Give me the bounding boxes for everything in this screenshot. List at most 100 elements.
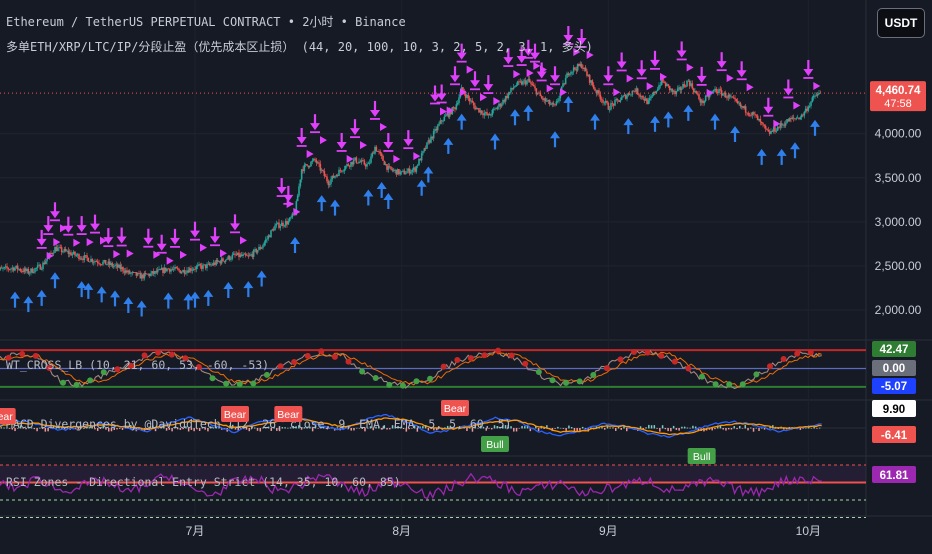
candle-body [282, 222, 284, 226]
candle-body [704, 95, 707, 101]
wt-cross-dot [481, 352, 488, 359]
candle-body [370, 156, 372, 163]
wt-cross-dot [277, 363, 284, 370]
candle-body [659, 85, 662, 86]
macd-histogram-bar [816, 428, 818, 429]
candle-body [703, 100, 706, 104]
candle-body [658, 85, 660, 90]
candle-body [298, 186, 300, 196]
candle-body [544, 98, 547, 102]
macd-histogram-bar [727, 428, 730, 430]
macd-histogram-bar [725, 428, 727, 431]
candle-body [342, 170, 344, 172]
candle-body [88, 261, 91, 263]
currency-label: USDT [884, 16, 918, 30]
candle-body [60, 247, 63, 253]
candle-body [530, 82, 532, 84]
macd-histogram-bar [761, 427, 763, 429]
macd-histogram-bar [750, 427, 752, 429]
candle-body [628, 93, 631, 95]
candle-body [96, 261, 99, 263]
wt-cross-dot [59, 379, 66, 386]
candle-body [606, 101, 608, 104]
wt-cross-dot [590, 372, 597, 379]
candle-body [739, 102, 742, 107]
candle-body [156, 269, 159, 273]
candle-body [784, 123, 787, 126]
candle-body [287, 221, 290, 225]
candle-body [507, 93, 510, 99]
candle-body [436, 125, 439, 131]
candle-body [592, 84, 595, 89]
candle-body [378, 151, 380, 152]
currency-button[interactable]: USDT [877, 8, 925, 38]
wt-cross-dot [712, 381, 719, 388]
candle-body [104, 260, 107, 265]
wt-cross-dot [223, 380, 230, 387]
candle-body [416, 165, 419, 167]
candle-body [696, 93, 699, 95]
time-tick-label: 8月 [392, 524, 411, 538]
candle-body [420, 153, 423, 161]
wt-cross-dot [209, 375, 216, 382]
candle-body [775, 130, 778, 132]
candle-body [496, 106, 499, 110]
macd-histogram-bar [683, 426, 686, 429]
price-tick-label: 3,000.00 [875, 215, 922, 229]
macd-histogram-bar [513, 428, 515, 432]
candle-body [755, 114, 758, 116]
candle-body [456, 103, 459, 105]
candle-body [686, 80, 688, 87]
divergence-label-text: Bull [486, 439, 504, 451]
candle-body [754, 113, 756, 115]
candle-body [206, 264, 208, 269]
candle-body [10, 268, 12, 270]
candle-body [355, 157, 358, 163]
candle-body [602, 99, 604, 103]
candle-body [34, 268, 36, 273]
macd-pane-title: MACD Divergences by @DaviddTech (12, 26,… [6, 417, 511, 431]
candle-body [731, 96, 734, 98]
macd-histogram-bar [711, 428, 713, 431]
candle-body [626, 95, 628, 99]
macd-histogram-bar [741, 428, 744, 429]
candle-body [199, 264, 202, 266]
rsi-pane-title: RSI Zones - Directional Entry Strict (14… [6, 475, 401, 489]
candle-body [75, 255, 78, 256]
wt-cross-dot [685, 365, 692, 372]
candle-body [39, 264, 42, 270]
candle-body [811, 97, 814, 102]
candle-body [191, 269, 194, 271]
candle-body [568, 74, 571, 76]
candle-body [734, 97, 736, 100]
candle-body [762, 123, 764, 125]
wt-cross-dot [726, 381, 733, 388]
macd-histogram-bar [730, 428, 733, 430]
candle-body [62, 251, 64, 253]
candle-body [40, 268, 43, 270]
candle-body [752, 112, 755, 114]
macd-histogram-bar [670, 428, 672, 432]
candle-body [379, 151, 382, 154]
candle-body [226, 259, 228, 260]
price-tick-label: 3,500.00 [875, 171, 922, 185]
candle-body [512, 87, 515, 89]
wt-cross-dot [440, 363, 447, 370]
candle-body [522, 81, 524, 85]
candle-body [2, 268, 4, 269]
macd-histogram-bar [752, 428, 755, 432]
candle-body [411, 169, 414, 172]
candle-body [548, 100, 551, 105]
candle-body [404, 173, 407, 175]
candle-body [344, 165, 347, 170]
macd-histogram-bar [758, 428, 760, 431]
candle-body [698, 94, 700, 100]
candle-body [608, 109, 611, 111]
macd-histogram-bar [692, 425, 694, 429]
candle-body [106, 264, 108, 266]
candle-body [610, 103, 612, 110]
candle-body [184, 272, 187, 274]
macd-histogram-bar [755, 427, 758, 429]
candle-body [150, 273, 152, 276]
macd-histogram-bar [524, 426, 526, 429]
